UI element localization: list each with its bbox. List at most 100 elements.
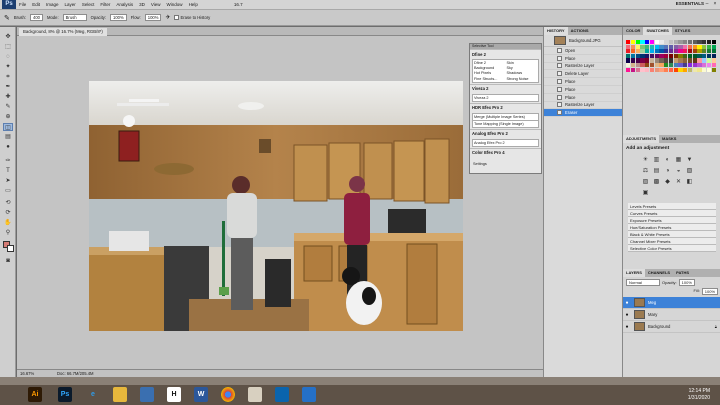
menu-file[interactable]: File <box>16 2 29 7</box>
menu-window[interactable]: Window <box>164 2 186 7</box>
hdr-tone-item[interactable]: Tone Mapping (Single Image) <box>472 119 539 128</box>
preset-item[interactable]: Selective Color Presets <box>628 245 716 252</box>
analog-section-header[interactable]: Analog Efex Pro 2 <box>470 128 541 138</box>
menu-3d[interactable]: 3D <box>136 2 148 7</box>
hdr-merge-item[interactable]: Merge (Multiple Image Series) <box>472 112 539 120</box>
shape-tool-icon[interactable]: ▭ <box>3 187 13 195</box>
minimize-icon[interactable]: – <box>704 1 710 8</box>
history-state[interactable]: Rasterize Layer <box>544 63 622 71</box>
store-icon[interactable] <box>140 387 154 402</box>
eye-icon[interactable]: ● <box>623 300 631 306</box>
adjustment-icon[interactable]: ⚖ <box>641 167 650 176</box>
mail-icon[interactable] <box>275 387 289 402</box>
dodge-tool-icon[interactable]: ● <box>3 143 13 151</box>
quick-select-tool-icon[interactable]: ✦ <box>3 63 13 71</box>
tab-history[interactable]: HISTORY <box>544 27 568 35</box>
3d-rotate-tool-icon[interactable]: ⟲ <box>3 199 13 207</box>
menu-edit[interactable]: Edit <box>29 2 43 7</box>
pen-tool-icon[interactable]: ✑ <box>3 157 13 165</box>
lasso-tool-icon[interactable]: ◌ <box>3 53 13 61</box>
tab-color[interactable]: COLOR <box>623 27 643 35</box>
type-tool-icon[interactable]: T <box>3 167 13 175</box>
layer-opacity-field[interactable]: 100% <box>678 279 695 286</box>
history-snapshot[interactable]: Background.JPG <box>544 35 622 47</box>
flow-field[interactable]: 100% <box>144 14 162 21</box>
background-color-swatch[interactable] <box>7 245 14 252</box>
airbrush-icon[interactable]: ✈ <box>165 14 170 21</box>
folder-icon[interactable] <box>113 387 127 402</box>
menu-select[interactable]: Select <box>79 2 98 7</box>
tab-masks[interactable]: MASKS <box>659 135 679 143</box>
swatches-grid[interactable] <box>626 40 716 98</box>
history-state[interactable]: Place <box>544 86 622 94</box>
blend-mode-select[interactable]: Normal <box>626 279 660 286</box>
tab-adjustments[interactable]: ADJUSTMENTS <box>623 135 660 143</box>
preset-item[interactable]: Channel Mixer Presets <box>628 238 716 245</box>
eraser-tool-icon[interactable]: ◫ <box>3 123 13 131</box>
edge-icon[interactable]: e <box>86 387 100 402</box>
adjustment-icon[interactable]: ▩ <box>652 178 661 187</box>
close-icon[interactable]: × <box>712 1 718 8</box>
history-state[interactable]: Place <box>544 78 622 86</box>
menu-help[interactable]: Help <box>186 2 201 7</box>
adjustment-icon[interactable]: ▣ <box>641 189 650 198</box>
eye-icon[interactable]: ● <box>623 324 631 330</box>
chrome-icon[interactable] <box>221 387 235 402</box>
photoshop-taskbar-icon[interactable]: Ps <box>58 387 72 402</box>
viveza-section-header[interactable]: Viveza 2 <box>470 83 541 93</box>
color-swatch[interactable] <box>711 67 716 72</box>
history-state[interactable]: Place <box>544 94 622 102</box>
tab-channels[interactable]: CHANNELS <box>645 269 673 277</box>
quick-mask-icon[interactable]: ◙ <box>3 257 13 265</box>
zoom-tool-icon[interactable]: ⚲ <box>3 229 13 237</box>
eye-icon[interactable]: ● <box>623 312 631 318</box>
layer-row-meg[interactable]: ● Meg <box>623 297 720 309</box>
menu-filter[interactable]: Filter <box>97 2 113 7</box>
adjustment-icon[interactable]: ▼ <box>685 156 694 165</box>
paint-icon[interactable] <box>248 387 262 402</box>
color-efex-section-header[interactable]: Color Efex Pro 4 <box>470 147 541 157</box>
erase-to-history-checkbox[interactable]: Erase to History <box>174 15 210 21</box>
brush-size-picker[interactable]: 400 <box>29 14 43 21</box>
preset-item[interactable]: Hue/Saturation Presets <box>628 224 716 231</box>
settings-link[interactable]: Settings <box>472 160 539 167</box>
brush-tool-icon[interactable]: ✎ <box>3 103 13 111</box>
menu-analysis[interactable]: Analysis <box>113 2 136 7</box>
adjustment-icon[interactable]: ◑ <box>663 167 672 176</box>
menu-image[interactable]: Image <box>43 2 62 7</box>
dfine-preset[interactable]: Strong Noise <box>506 76 539 81</box>
dfine-section-header[interactable]: Dfine 2 <box>470 49 541 58</box>
preset-item[interactable]: Exposure Presets <box>628 217 716 224</box>
path-select-tool-icon[interactable]: ➤ <box>3 177 13 185</box>
adjustment-icon[interactable]: ◒ <box>674 167 683 176</box>
analog-item[interactable]: Analog Efex Pro 2 <box>472 138 539 147</box>
layer-row-mary[interactable]: ● Mary <box>623 309 720 321</box>
adjustment-icon[interactable]: ◆ <box>663 178 672 187</box>
crop-tool-icon[interactable]: ⌗ <box>3 73 13 81</box>
adjustment-icon[interactable]: ▨ <box>641 178 650 187</box>
layer-row-background[interactable]: ● Background 🔒︎ <box>623 321 720 333</box>
gradient-tool-icon[interactable]: ▤ <box>3 133 13 141</box>
document-tab[interactable]: Background, 8% @ 16.7% (Meg, RGB/8*) <box>19 28 107 36</box>
history-state[interactable]: Rasterize Layer <box>544 102 622 110</box>
viveza-item[interactable]: Viveza 2 <box>472 93 539 102</box>
stamp-tool-icon[interactable]: ⊕ <box>3 113 13 121</box>
illustrator-icon[interactable]: Ai <box>28 387 42 402</box>
menu-view[interactable]: View <box>148 2 164 7</box>
eyedropper-tool-icon[interactable]: ✒ <box>3 83 13 91</box>
h-app-icon[interactable]: H <box>167 387 181 402</box>
tab-actions[interactable]: ACTIONS <box>568 27 592 35</box>
adjustment-icon[interactable]: ☀ <box>641 156 650 165</box>
preset-item[interactable]: Levels Presets <box>628 203 716 210</box>
canvas-photo[interactable] <box>89 81 463 331</box>
marquee-tool-icon[interactable]: ⬚ <box>3 43 13 51</box>
eraser-tool-icon[interactable]: ✎ <box>4 14 10 22</box>
hand-tool-icon[interactable]: ✋ <box>3 219 13 227</box>
tab-paths[interactable]: PATHS <box>673 269 692 277</box>
photos-icon[interactable] <box>302 387 316 402</box>
word-icon[interactable]: W <box>194 387 208 402</box>
menu-layer[interactable]: Layer <box>62 2 79 7</box>
adjustment-icon[interactable]: ◧ <box>685 178 694 187</box>
3d-orbit-tool-icon[interactable]: ⟳ <box>3 209 13 217</box>
history-state[interactable]: Open <box>544 47 622 55</box>
